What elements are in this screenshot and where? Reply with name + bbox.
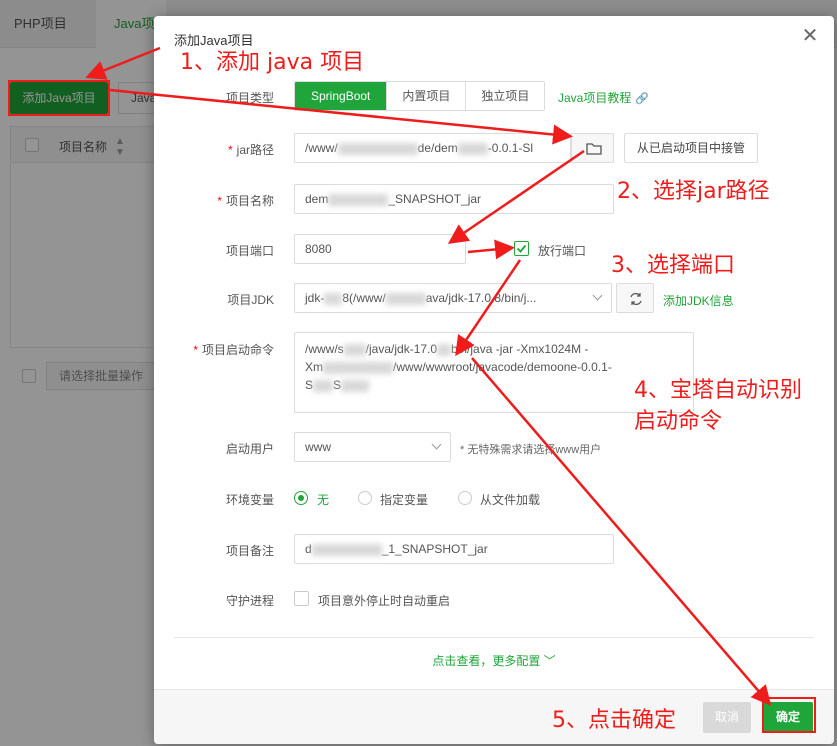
annotation-step3: 3、选择端口 [611, 253, 735, 278]
highlight-confirm-button [762, 697, 816, 733]
open-port-checkbox[interactable] [514, 241, 529, 256]
java-tutorial-link[interactable]: Java项目教程 🔗 [558, 89, 649, 106]
run-user-select[interactable]: www [294, 432, 451, 462]
project-type-label: 项目类型 [225, 91, 274, 105]
annotation-step5: 5、点击确定 [552, 708, 676, 733]
env-none-label: 无 [317, 493, 330, 507]
more-config-link[interactable]: 点击查看，更多配置 ﹀ [154, 652, 834, 669]
start-command-label: * 项目启动命令 [193, 343, 274, 357]
project-jdk-select[interactable]: jdk- 8(/www/ava/jdk-17.0.8/bin/j... [294, 283, 612, 313]
env-none-radio[interactable] [294, 491, 308, 505]
add-jdk-link[interactable]: 添加JDK信息 [663, 292, 734, 309]
open-port-label: 放行端口 [538, 244, 587, 258]
annotation-step1: 1、添加 java 项目 [180, 50, 365, 75]
refresh-icon [630, 293, 642, 305]
remark-input[interactable]: d _1_SNAPSHOT_jar [294, 534, 614, 564]
project-port-label: 项目端口 [225, 244, 274, 258]
remark-label: 项目备注 [225, 544, 274, 558]
run-user-label: 启动用户 [225, 442, 274, 456]
project-type-segmented: SpringBoot 内置项目 独立项目 [294, 81, 546, 111]
divider [174, 637, 814, 638]
dialog-footer: 取消 确定 [154, 689, 834, 744]
link-icon: 🔗 [635, 93, 650, 105]
chevron-down-icon: ﹀ [543, 654, 556, 668]
chevron-down-icon [431, 439, 442, 450]
project-port-input[interactable]: 8080 [294, 234, 466, 264]
annotation-step2: 2、选择jar路径 [617, 179, 770, 204]
highlight-add-button [8, 80, 110, 116]
takeover-running-project-button[interactable]: 从已启动项目中接管 [624, 133, 759, 163]
annotation-step4-line1: 4、宝塔自动识别 [634, 378, 802, 403]
close-icon[interactable]: ✕ [800, 26, 820, 46]
type-option-builtin[interactable]: 内置项目 [386, 82, 466, 110]
refresh-jdk-button[interactable] [616, 283, 654, 313]
jar-path-label: * jar路径 [227, 143, 274, 157]
folder-icon [586, 143, 602, 155]
project-jdk-label: 项目JDK [227, 293, 274, 307]
env-specified-label: 指定变量 [380, 493, 429, 507]
auto-restart-checkbox[interactable] [294, 591, 309, 606]
checkmark-icon [516, 244, 527, 253]
browse-folder-button[interactable] [571, 133, 614, 163]
run-user-hint: * 无特殊需求请选择www用户 [460, 444, 602, 456]
chevron-down-icon [592, 290, 603, 301]
daemon-label: 守护进程 [225, 594, 274, 608]
type-option-standalone[interactable]: 独立项目 [465, 82, 545, 110]
env-vars-label: 环境变量 [225, 493, 274, 507]
auto-restart-label: 项目意外停止时自动重启 [318, 594, 451, 608]
env-specified-radio[interactable] [358, 491, 372, 505]
type-option-springboot[interactable]: SpringBoot [295, 82, 387, 110]
cancel-button[interactable]: 取消 [703, 702, 751, 733]
project-name-input[interactable]: dem _SNAPSHOT_jar [294, 184, 614, 214]
annotation-step4-line2: 启动命令 [634, 409, 723, 434]
project-name-label: * 项目名称 [217, 194, 274, 208]
jar-path-input[interactable]: /www/de/dem -0.0.1-Sl [294, 133, 571, 163]
env-file-label: 从文件加载 [480, 493, 541, 507]
env-file-radio[interactable] [458, 491, 472, 505]
